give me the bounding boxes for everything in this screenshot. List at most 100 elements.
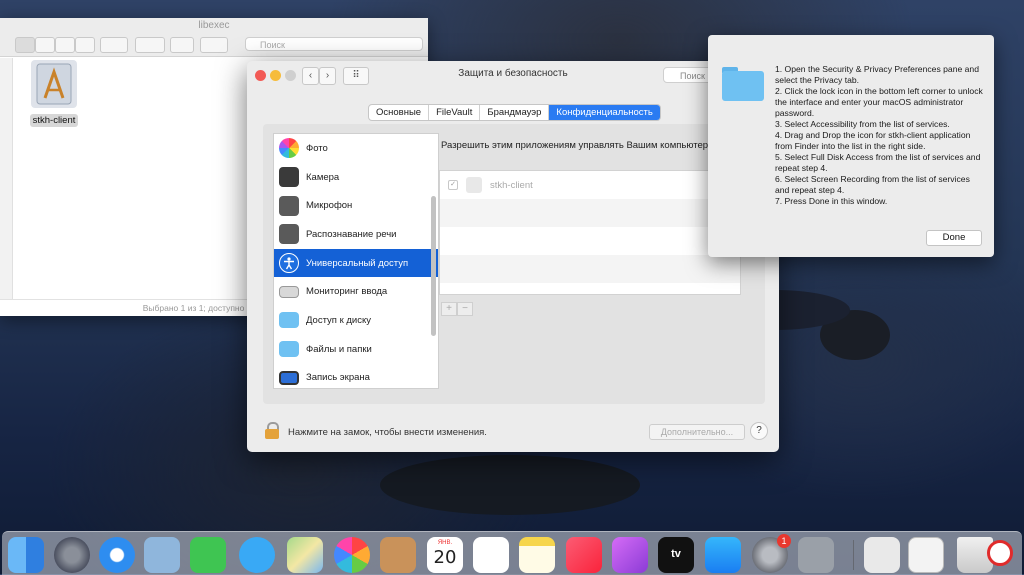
done-button[interactable]: Done — [926, 230, 982, 246]
keyboard-icon — [279, 285, 299, 298]
advanced-button[interactable]: Дополнительно... — [649, 424, 745, 440]
instruction-line: 7. Press Done in this window. — [775, 196, 888, 206]
empty-row — [440, 255, 740, 283]
add-app-button[interactable]: + — [441, 302, 457, 316]
calendar-month: ЯНВ. — [437, 540, 453, 546]
remove-app-button[interactable]: − — [457, 302, 473, 316]
service-item-full-disk[interactable]: Доступ к диску — [274, 306, 438, 335]
folder-icon — [722, 67, 764, 101]
spreadsheet-window-icon[interactable] — [908, 537, 944, 573]
tab-firewall[interactable]: Брандмауэр — [480, 105, 550, 120]
empty-row — [440, 199, 740, 227]
service-item-files-folders[interactable]: Файлы и папки — [274, 335, 438, 364]
app-store-icon[interactable] — [705, 537, 741, 573]
messages-icon[interactable] — [239, 537, 275, 573]
instructions-window: 1. Open the Security & Privacy Preferenc… — [708, 35, 994, 257]
service-item-camera[interactable]: Камера — [274, 163, 438, 192]
tab-filevault[interactable]: FileVault — [429, 105, 481, 120]
music-icon[interactable] — [566, 537, 602, 573]
dock: ЯНВ. 20 tv 1 — [2, 531, 1022, 575]
finder-file-item[interactable]: stkh-client — [26, 60, 82, 127]
finder-icon[interactable] — [8, 537, 44, 573]
instruction-line: 6. Select Screen Recording from the list… — [775, 174, 970, 195]
calendar-icon[interactable]: ЯНВ. 20 — [427, 537, 463, 573]
service-item-input-monitoring[interactable]: Мониторинг ввода — [274, 277, 438, 306]
file-name-label: stkh-client — [29, 114, 79, 127]
empty-row — [440, 227, 740, 255]
view-columns-button[interactable] — [55, 37, 75, 53]
service-item-microphone[interactable]: Микрофон — [274, 191, 438, 220]
instruction-line: 2. Click the lock icon in the bottom lef… — [775, 86, 983, 118]
notes-icon[interactable] — [519, 537, 555, 573]
service-label: Фото — [306, 142, 328, 154]
allow-apps-caption: Разрешить этим приложениям управлять Ваш… — [441, 140, 723, 151]
view-gallery-button[interactable] — [75, 37, 95, 53]
service-item-screen-recording[interactable]: Запись экрана — [274, 364, 438, 389]
add-remove-controls: + − — [441, 302, 473, 316]
services-list[interactable]: Фото Камера Микрофон Распознавание речи … — [273, 133, 439, 389]
wallpaper-rock — [380, 455, 640, 515]
photos-icon — [279, 138, 299, 159]
view-icons-button[interactable] — [15, 37, 35, 53]
facetime-icon[interactable] — [190, 537, 226, 573]
app-row[interactable]: ✓ stkh-client — [440, 171, 740, 199]
dock-separator — [853, 540, 854, 570]
tags-button[interactable] — [200, 37, 228, 53]
instruction-line: 3. Select Accessibility from the list of… — [775, 119, 950, 129]
application-icon — [466, 177, 482, 193]
podcasts-icon[interactable] — [612, 537, 648, 573]
finder-title: libexec — [0, 18, 428, 34]
system-preferences-icon[interactable]: 1 — [752, 534, 791, 573]
service-item-speech[interactable]: Распознавание речи — [274, 220, 438, 249]
help-button[interactable]: ? — [750, 422, 768, 440]
folder-icon — [279, 341, 299, 358]
maps-icon[interactable] — [287, 537, 323, 573]
channel-logo-icon — [987, 540, 1013, 566]
contacts-icon[interactable] — [380, 537, 416, 573]
group-button[interactable] — [100, 37, 128, 53]
camera-icon — [279, 167, 299, 188]
app-checkbox[interactable]: ✓ — [448, 180, 458, 190]
apps-list[interactable]: ✓ stkh-client — [439, 170, 741, 295]
document-icon[interactable] — [864, 537, 900, 573]
finder-search-input[interactable]: Поиск — [245, 37, 423, 51]
application-icon — [31, 60, 77, 108]
tab-general[interactable]: Основные — [369, 105, 430, 120]
service-label: Распознавание речи — [306, 228, 397, 240]
preview-icon[interactable] — [144, 537, 180, 573]
safari-icon[interactable] — [99, 537, 135, 573]
lock-icon[interactable] — [265, 422, 279, 439]
service-label: Запись экрана — [306, 372, 370, 384]
view-list-button[interactable] — [35, 37, 55, 53]
instruction-line: 5. Select Full Disk Access from the list… — [775, 152, 981, 173]
services-scrollbar[interactable] — [431, 196, 436, 336]
tab-bar: Основные FileVault Брандмауэр Конфиденци… — [368, 104, 661, 121]
reminders-icon[interactable] — [473, 537, 509, 573]
tab-privacy[interactable]: Конфиденциальность — [549, 105, 660, 120]
accessibility-icon — [279, 253, 299, 274]
tv-label: tv — [671, 548, 681, 560]
photos-icon[interactable] — [334, 537, 370, 573]
microphone-icon — [279, 195, 299, 216]
finder-toolbar: Поиск — [0, 34, 428, 57]
privacy-panel: Фото Камера Микрофон Распознавание речи … — [263, 124, 765, 404]
lock-hint-text: Нажмите на замок, чтобы внести изменения… — [288, 427, 487, 438]
speech-recognition-icon — [279, 224, 299, 245]
folder-icon — [279, 312, 299, 329]
service-label: Универсальный доступ — [306, 257, 409, 269]
service-label: Микрофон — [306, 200, 353, 212]
instructions-text: 1. Open the Security & Privacy Preferenc… — [775, 64, 985, 207]
service-label: Мониторинг ввода — [306, 286, 388, 298]
action-gear-button[interactable] — [135, 37, 165, 53]
share-button[interactable] — [170, 37, 194, 53]
installer-icon[interactable] — [798, 537, 834, 573]
service-item-accessibility[interactable]: Универсальный доступ — [274, 248, 438, 278]
service-label: Камера — [306, 171, 340, 183]
instruction-line: 1. Open the Security & Privacy Preferenc… — [775, 64, 979, 85]
instruction-line: 4. Drag and Drop the icon for stkh-clien… — [775, 130, 971, 151]
service-item-photos[interactable]: Фото — [274, 134, 438, 163]
launchpad-icon[interactable] — [54, 537, 90, 573]
finder-sidebar-scroll — [0, 58, 13, 300]
apple-tv-icon[interactable]: tv — [658, 537, 694, 573]
service-label: Файлы и папки — [306, 343, 372, 355]
